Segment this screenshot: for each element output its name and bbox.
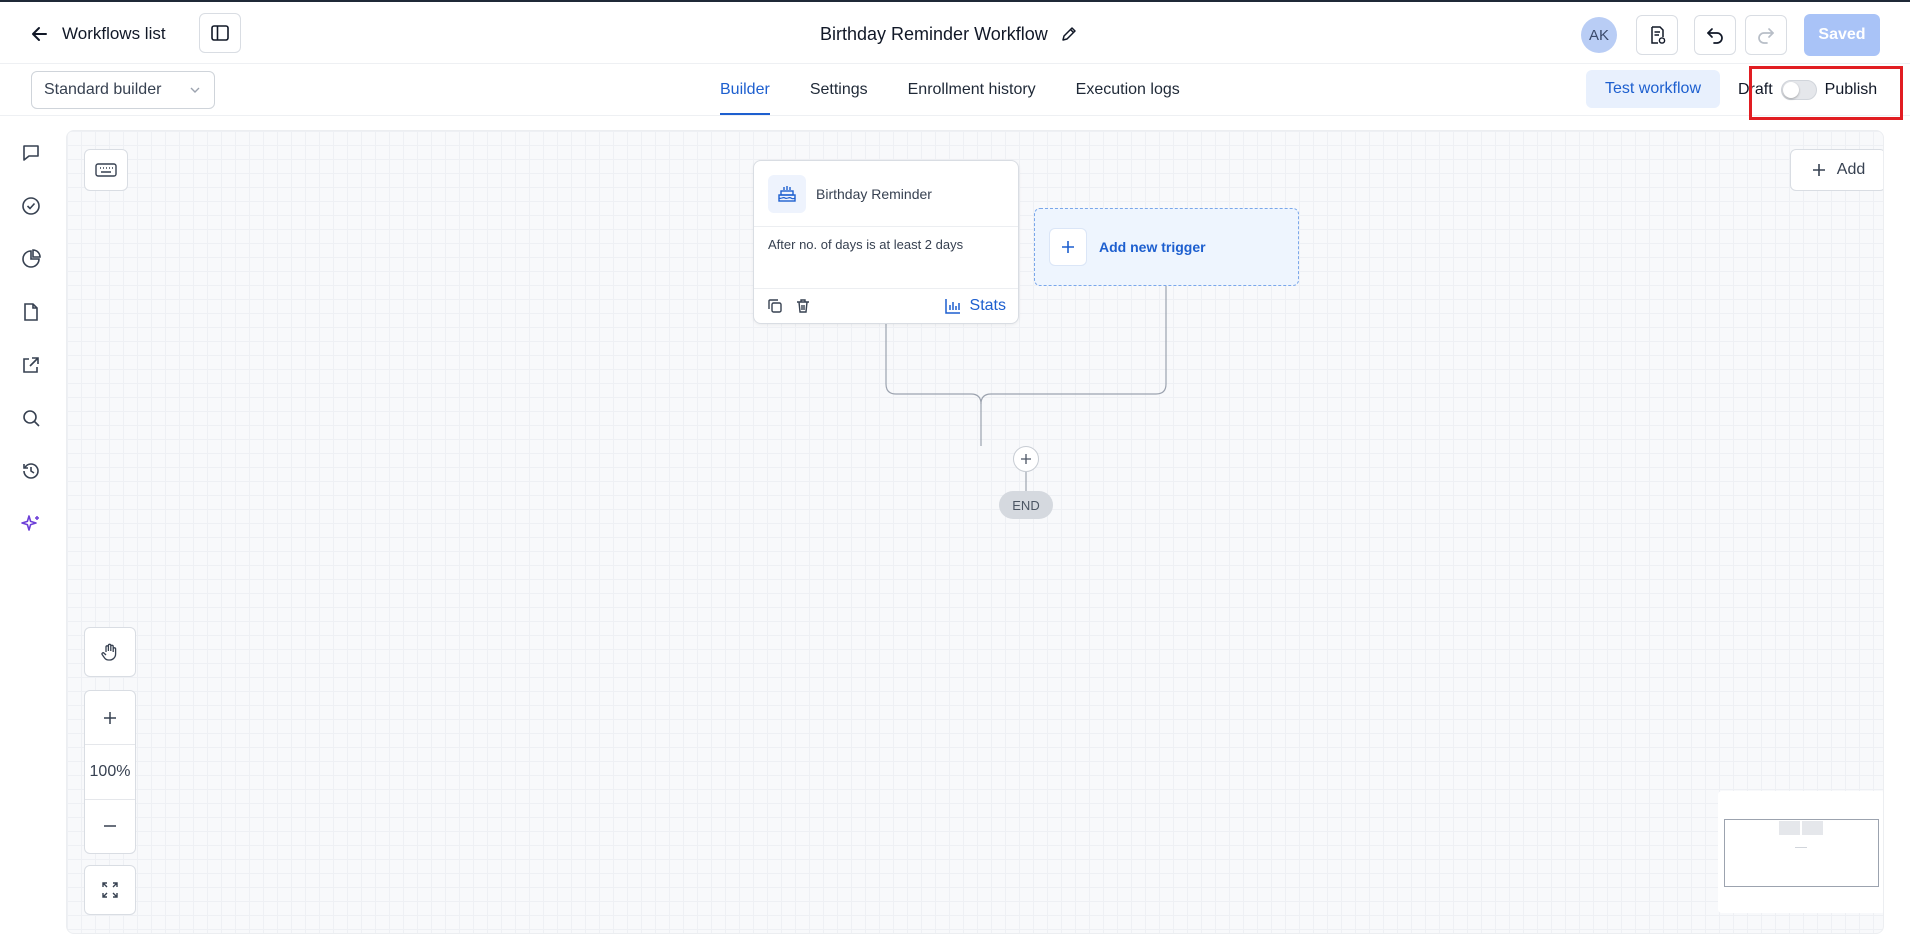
- undo-icon: [1707, 28, 1723, 44]
- workflow-tabs: Builder Settings Enrollment history Exec…: [720, 64, 1180, 116]
- workflow-title: Birthday Reminder Workflow: [820, 22, 1078, 46]
- end-node: END: [999, 491, 1053, 519]
- trigger-title: Birthday Reminder: [816, 185, 932, 202]
- workflow-title-text: Birthday Reminder Workflow: [820, 23, 1048, 44]
- zoom-controls: 100%: [84, 690, 136, 854]
- zoom-in-button[interactable]: [85, 691, 135, 744]
- trigger-node-footer: Stats: [754, 289, 1018, 323]
- plus-icon: [104, 711, 116, 724]
- back-to-workflows-link[interactable]: Workflows list: [30, 20, 166, 48]
- add-new-trigger-label: Add new trigger: [1099, 239, 1206, 255]
- minus-icon: [104, 825, 116, 828]
- trigger-node-header: Birthday Reminder: [754, 161, 1018, 227]
- zoom-out-button[interactable]: [85, 798, 135, 853]
- tab-settings[interactable]: Settings: [810, 64, 868, 116]
- publish-label: Publish: [1824, 81, 1878, 98]
- publish-toggle-group: Draft Publish: [1738, 78, 1877, 102]
- test-workflow-button[interactable]: Test workflow: [1586, 70, 1720, 108]
- builder-mode-value: Standard builder: [44, 81, 162, 98]
- user-avatar[interactable]: AK: [1581, 17, 1617, 53]
- stats-link[interactable]: Stats: [944, 297, 1006, 315]
- toggle-sidebar-button[interactable]: [199, 13, 241, 53]
- canvas-minimap[interactable]: [1718, 791, 1883, 913]
- pie-chart-icon[interactable]: [18, 246, 44, 272]
- plus-icon: [1049, 228, 1087, 266]
- sub-bar: Standard builder Builder Settings Enroll…: [0, 64, 1910, 116]
- add-step-button[interactable]: [1013, 446, 1039, 472]
- left-sidebar: [0, 116, 64, 947]
- stats-label: Stats: [969, 297, 1006, 314]
- check-circle-icon[interactable]: [18, 193, 44, 219]
- tab-builder[interactable]: Builder: [720, 64, 770, 116]
- workflow-notes-button[interactable]: [1636, 15, 1678, 55]
- sidebar-panel-icon: [211, 25, 229, 41]
- arrow-left-icon: [32, 27, 47, 41]
- tab-execution-logs[interactable]: Execution logs: [1076, 64, 1180, 116]
- builder-mode-select[interactable]: Standard builder: [31, 71, 215, 109]
- trigger-node-card[interactable]: Birthday Reminder After no. of days is a…: [753, 160, 1019, 324]
- draft-label: Draft: [1738, 81, 1773, 98]
- document-settings-icon: [1651, 26, 1666, 44]
- trigger-condition: After no. of days is at least 2 days: [754, 227, 1018, 289]
- external-link-icon[interactable]: [18, 352, 44, 378]
- zoom-level: 100%: [85, 744, 135, 798]
- pan-tool-button[interactable]: [84, 627, 136, 677]
- chevron-down-icon: [190, 87, 200, 93]
- sparkles-icon[interactable]: [18, 511, 44, 537]
- chat-icon[interactable]: [18, 140, 44, 166]
- minimap-end-node: [1795, 847, 1807, 848]
- publish-toggle[interactable]: [1780, 80, 1817, 100]
- search-icon[interactable]: [18, 405, 44, 431]
- tab-enrollment-history[interactable]: Enrollment history: [908, 64, 1036, 116]
- hand-icon: [101, 643, 117, 661]
- history-icon[interactable]: [18, 458, 44, 484]
- fit-view-button[interactable]: [84, 865, 136, 915]
- cake-icon: [768, 174, 806, 213]
- redo-button[interactable]: [1745, 15, 1787, 55]
- redo-icon: [1758, 28, 1774, 44]
- bar-chart-icon: [944, 299, 960, 314]
- trash-icon[interactable]: [794, 297, 812, 315]
- undo-button[interactable]: [1694, 15, 1736, 55]
- top-bar: Workflows list Birthday Reminder Workflo…: [0, 0, 1910, 64]
- pencil-icon[interactable]: [1060, 25, 1078, 43]
- saved-button[interactable]: Saved: [1804, 14, 1880, 56]
- minimap-trigger-node: [1779, 821, 1800, 835]
- workflow-canvas[interactable]: Add Birthday Reminder After no. of days …: [66, 130, 1884, 934]
- file-icon[interactable]: [18, 299, 44, 325]
- add-new-trigger-card[interactable]: Add new trigger: [1034, 208, 1299, 286]
- copy-icon[interactable]: [766, 297, 784, 315]
- plus-icon: [1021, 454, 1031, 464]
- expand-icon: [102, 882, 118, 898]
- minimap-new-trigger-node: [1802, 821, 1823, 835]
- back-link-label: Workflows list: [62, 24, 166, 43]
